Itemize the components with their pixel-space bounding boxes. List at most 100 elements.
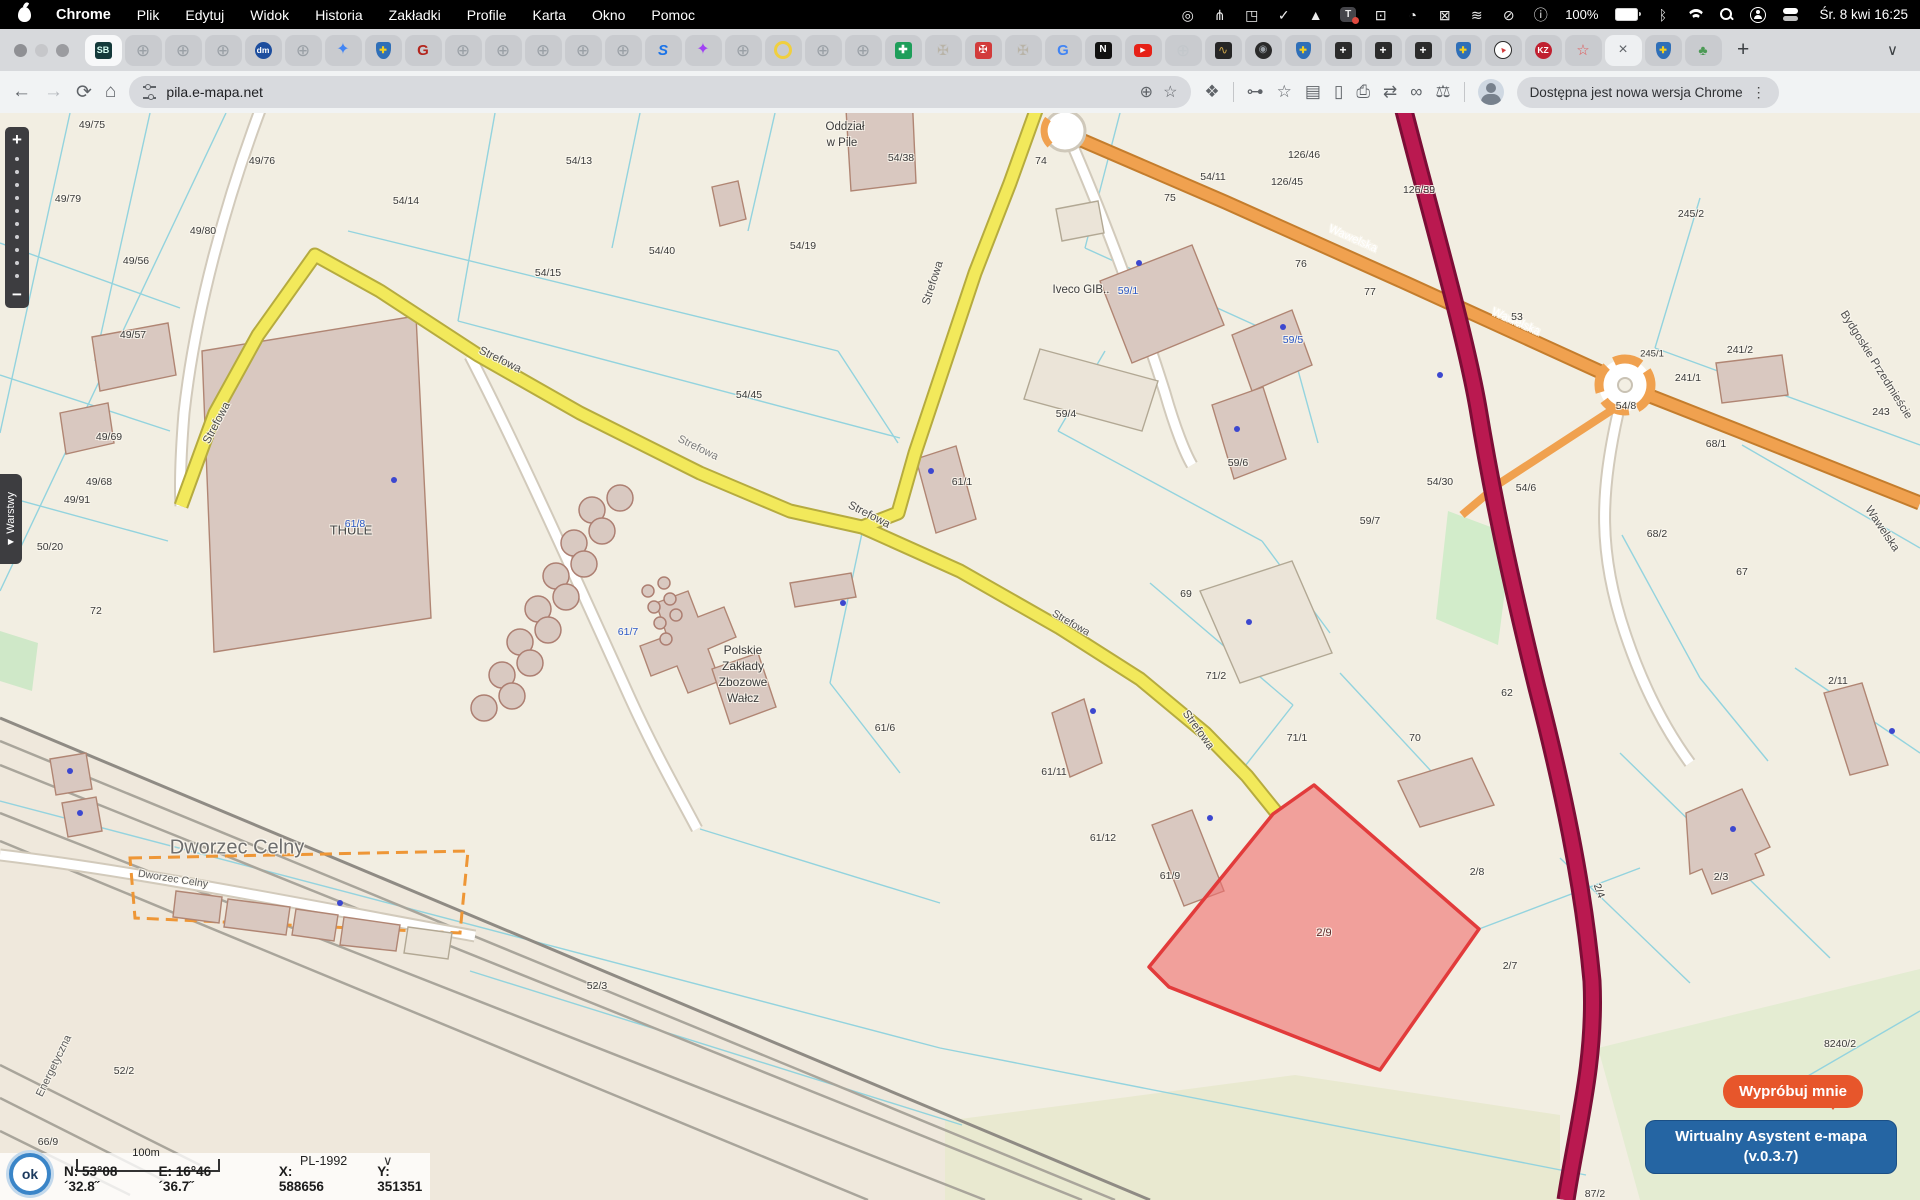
extensions-puzzle-icon[interactable]: ❖: [1204, 82, 1219, 102]
pinned-tab-15-sbolt[interactable]: S: [645, 35, 682, 66]
pinned-tab-35-shield[interactable]: ✚: [1445, 35, 1482, 66]
clock-alert-icon[interactable]: ◔: [1405, 8, 1420, 22]
bluetooth-icon[interactable]: ᛒ: [1655, 8, 1670, 22]
tab-overflow-chevron-icon[interactable]: ∨: [1873, 41, 1912, 59]
pinned-tab-34-plusdark[interactable]: +: [1405, 35, 1442, 66]
assistant-cta-bubble[interactable]: Wypróbuj mnie: [1723, 1075, 1863, 1108]
pinned-tab-21-greencross[interactable]: ✚: [885, 35, 922, 66]
menu-item-karta[interactable]: Karta: [519, 7, 578, 23]
pinned-tab-38-scribblestar[interactable]: ☆: [1565, 35, 1602, 66]
zoom-level-dot[interactable]: [15, 157, 19, 161]
menu-item-historia[interactable]: Historia: [302, 7, 375, 23]
pinned-tab-9-gred[interactable]: G: [405, 35, 442, 66]
pinned-tab-18-ring[interactable]: [765, 35, 802, 66]
zoom-level-slider[interactable]: [15, 151, 19, 284]
browser-menu-icon[interactable]: ⋮: [1752, 84, 1766, 101]
zoom-level-dot[interactable]: [15, 183, 19, 187]
zoom-level-dot[interactable]: [15, 248, 19, 252]
zoom-level-dot[interactable]: [15, 235, 19, 239]
print-icon[interactable]: ⎙: [1356, 82, 1370, 102]
menu-item-widok[interactable]: Widok: [237, 7, 302, 23]
pinned-tab-26-notion[interactable]: N: [1085, 35, 1122, 66]
zoom-level-dot[interactable]: [15, 261, 19, 265]
menu-item-okno[interactable]: Okno: [579, 7, 638, 23]
pinned-tab-33-plusdark[interactable]: +: [1365, 35, 1402, 66]
menu-clock[interactable]: Śr. 8 kwi 16:25: [1819, 7, 1908, 22]
zoom-level-dot[interactable]: [15, 170, 19, 174]
pinned-tab-40-shield[interactable]: ✚: [1645, 35, 1682, 66]
link-icon[interactable]: ∞: [1410, 82, 1422, 102]
menu-item-pomoc[interactable]: Pomoc: [638, 7, 708, 23]
menu-item-zakładki[interactable]: Zakładki: [376, 7, 454, 23]
address-bar[interactable]: pila.e-mapa.net ⊕ ☆: [129, 76, 1191, 108]
pinned-tab-19-globe[interactable]: ⊕: [805, 35, 842, 66]
zoom-window-button[interactable]: [56, 44, 69, 57]
screen-error-icon[interactable]: ⊠: [1437, 8, 1452, 22]
apple-menu-icon[interactable]: [18, 7, 31, 22]
accessibility-icon[interactable]: ⓘ: [1533, 8, 1548, 22]
pinned-tab-32-plusdark[interactable]: +: [1325, 35, 1362, 66]
pinned-tab-23-redeagle[interactable]: ✠: [965, 35, 1002, 66]
pinned-tab-24-eagle[interactable]: ✠: [1005, 35, 1042, 66]
password-key-icon[interactable]: ⊶: [1247, 82, 1264, 102]
pinned-tab-4-globe[interactable]: ⊕: [205, 35, 242, 66]
zoom-in-button[interactable]: +: [12, 129, 22, 151]
pinned-tab-39-close[interactable]: ×: [1605, 35, 1642, 66]
pinned-tab-41-trees[interactable]: ♣: [1685, 35, 1722, 66]
layers-panel-toggle[interactable]: Warstwy ▶: [0, 474, 22, 564]
pinned-tab-20-globe[interactable]: ⊕: [845, 35, 882, 66]
control-center-icon[interactable]: [1783, 8, 1798, 21]
pinned-tab-13-globe[interactable]: ⊕: [565, 35, 602, 66]
zoom-level-dot[interactable]: [15, 274, 19, 278]
pinned-tab-28-globefaded[interactable]: ⊕: [1165, 35, 1202, 66]
pinned-tab-12-globe[interactable]: ⊕: [525, 35, 562, 66]
mute-icon[interactable]: ⊘: [1501, 8, 1516, 22]
pinned-tab-3-globe[interactable]: ⊕: [165, 35, 202, 66]
zoom-level-dot[interactable]: [15, 222, 19, 226]
map-viewport[interactable]: Oddziałw PileIveco GIB..THULEPolskieZakł…: [0, 113, 1920, 1200]
menu-item-edytuj[interactable]: Edytuj: [172, 7, 237, 23]
zoom-out-button[interactable]: −: [12, 284, 22, 306]
new-tab-button[interactable]: +: [1729, 38, 1757, 62]
pinned-tab-17-globe[interactable]: ⊕: [725, 35, 762, 66]
trash-icon[interactable]: ▯: [1334, 82, 1343, 102]
check-circle-icon[interactable]: ✓: [1276, 8, 1291, 22]
translate-icon[interactable]: ⇄: [1383, 82, 1397, 102]
battery-percent-label[interactable]: 100%: [1565, 7, 1598, 22]
pinned-tab-14-globe[interactable]: ⊕: [605, 35, 642, 66]
close-window-button[interactable]: [14, 44, 27, 57]
reading-list-icon[interactable]: ▤: [1305, 82, 1321, 102]
pinned-tab-10-globe[interactable]: ⊕: [445, 35, 482, 66]
zoom-level-dot[interactable]: [15, 196, 19, 200]
wifi-icon[interactable]: [1687, 9, 1703, 21]
pinned-tab-16-sparkle2[interactable]: ✦: [685, 35, 722, 66]
tag-icon[interactable]: ◳: [1244, 8, 1259, 22]
pinned-tab-7-sparkle[interactable]: ✦: [325, 35, 362, 66]
zoom-level-dot[interactable]: [15, 209, 19, 213]
profile-avatar[interactable]: [1478, 79, 1504, 105]
reload-button[interactable]: ⟳: [76, 81, 92, 104]
triangle-icon[interactable]: ▲: [1308, 8, 1323, 22]
favorites-star-icon[interactable]: ☆: [1277, 82, 1292, 102]
menu-item-plik[interactable]: Plik: [124, 7, 173, 23]
menu-item-chrome[interactable]: Chrome: [43, 7, 124, 23]
shopping-scale-icon[interactable]: ⚖: [1435, 82, 1450, 102]
keys-icon[interactable]: ⋔: [1212, 8, 1227, 22]
pinned-tab-25-gletter[interactable]: G: [1045, 35, 1082, 66]
forward-button[interactable]: →: [44, 81, 63, 103]
pinned-tab-36-compass[interactable]: ▲: [1485, 35, 1522, 66]
airplay-icon[interactable]: ≋: [1469, 8, 1484, 22]
pinned-tab-5-dm[interactable]: dm: [245, 35, 282, 66]
pinned-tab-27-youtube[interactable]: ▶: [1125, 35, 1162, 66]
pinned-tab-8-shield[interactable]: ✚: [365, 35, 402, 66]
pinned-tab-37-kz[interactable]: KZ: [1525, 35, 1562, 66]
teams-icon[interactable]: T: [1340, 7, 1356, 22]
creative-cloud-icon[interactable]: ◎: [1180, 8, 1195, 22]
pinned-tab-22-eagle[interactable]: ✠: [925, 35, 962, 66]
pinned-tab-1-sb[interactable]: SB: [85, 35, 122, 66]
bookmark-star-icon[interactable]: ☆: [1163, 82, 1177, 102]
site-settings-icon[interactable]: [143, 86, 156, 99]
back-button[interactable]: ←: [12, 81, 31, 103]
home-button[interactable]: ⌂: [105, 81, 116, 103]
display-icon[interactable]: ⊡: [1373, 8, 1388, 22]
